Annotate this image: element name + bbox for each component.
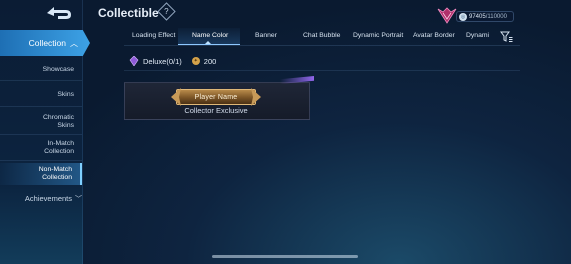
- sidebar-divider: [0, 134, 82, 135]
- tab-chat-bubble[interactable]: Chat Bubble: [303, 32, 340, 39]
- rank-badge-icon: [437, 7, 457, 24]
- tab-dynamic-portrait[interactable]: Dynamic Portrait: [353, 32, 403, 39]
- sidebar-divider: [0, 80, 82, 81]
- sidebar-item-chromatic-skins[interactable]: Chromatic Skins: [0, 114, 82, 130]
- home-indicator[interactable]: [212, 255, 358, 258]
- sidebar-collection-button[interactable]: Collection ︿: [0, 30, 90, 56]
- sidebar-achievements[interactable]: Achievements ﹀: [0, 194, 82, 204]
- tab-banner[interactable]: Banner: [255, 32, 277, 39]
- gem-icon: [129, 56, 139, 66]
- preview-player-name: Player Name: [194, 93, 238, 101]
- sidebar-item-non-match-collection[interactable]: Non-Match Collection: [0, 163, 82, 185]
- filter-icon: [500, 31, 513, 42]
- help-icon: ?: [164, 6, 169, 16]
- name-color-preview: Player Name: [171, 88, 256, 106]
- page-title: Collectible: [98, 6, 159, 20]
- back-arrow-icon: [47, 7, 71, 19]
- tab-name-color[interactable]: Name Color: [192, 32, 228, 39]
- active-tab-marker: [205, 41, 211, 44]
- achievements-label: Achievements: [24, 194, 72, 203]
- category-tabs: Loading Effect Name Color Banner Chat Bu…: [124, 28, 520, 44]
- sidebar-divider: [0, 106, 82, 107]
- deluxe-label: Deluxe(0/1): [143, 56, 182, 66]
- currency-display: ◎ 97405/110000: [436, 6, 514, 24]
- chevron-up-icon: ︿: [70, 38, 78, 48]
- sidebar-item-label: Skins: [57, 91, 74, 98]
- filter-button[interactable]: [500, 30, 513, 42]
- back-button[interactable]: [44, 4, 74, 22]
- coin-icon: ◎: [459, 13, 467, 21]
- currency-value: 97405: [469, 13, 486, 20]
- deluxe-section-header: Deluxe(0/1) ✦ 200: [129, 56, 216, 66]
- sidebar-item-label: Non-Match Collection: [38, 166, 72, 181]
- collection-label: Collection: [28, 38, 66, 48]
- tab-avatar-border[interactable]: Avatar Border: [413, 32, 455, 39]
- chevron-down-icon: ﹀: [75, 196, 82, 203]
- sidebar-item-skins[interactable]: Skins: [0, 91, 82, 99]
- card-caption: Collector Exclusive: [184, 106, 248, 115]
- deluxe-price: 200: [203, 56, 217, 66]
- section-divider: [124, 70, 520, 71]
- premium-coin-icon: ✦: [191, 57, 200, 65]
- tab-dynamic[interactable]: Dynami: [466, 32, 489, 39]
- sidebar-item-showcase[interactable]: Showcase: [0, 66, 82, 74]
- currency-pill: ◎ 97405/110000: [456, 11, 514, 22]
- sidebar-item-label: Chromatic Skins: [43, 114, 74, 129]
- sidebar-item-label: In-Match Collection: [44, 140, 74, 155]
- sidebar-item-label: Showcase: [42, 66, 74, 73]
- help-button[interactable]: ?: [157, 2, 176, 21]
- tabs-divider: [124, 45, 520, 46]
- tab-loading-effect[interactable]: Loading Effect: [132, 32, 175, 39]
- currency-max: /110000: [485, 13, 507, 20]
- sidebar-divider: [0, 160, 82, 161]
- sidebar-item-in-match-collection[interactable]: In-Match Collection: [0, 140, 82, 156]
